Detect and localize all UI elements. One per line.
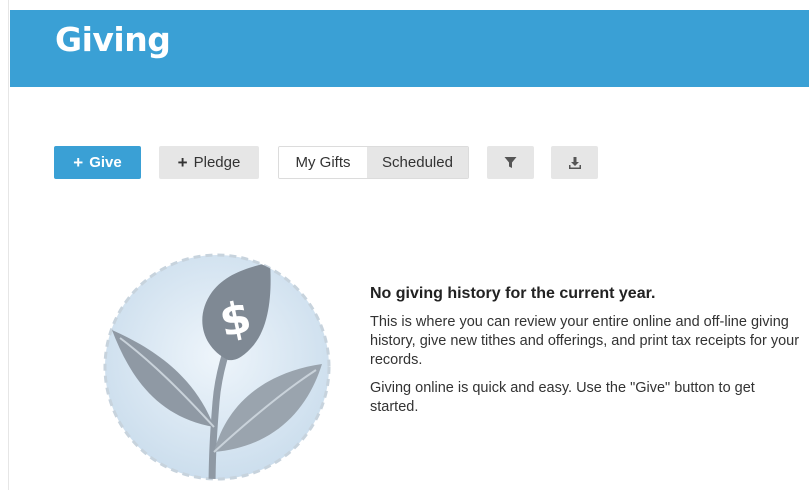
empty-state-hint: Giving online is quick and easy. Use the…	[370, 380, 755, 415]
gifts-view-toggle: My Gifts Scheduled	[278, 146, 469, 179]
plant-dollar-icon: $	[103, 253, 331, 481]
empty-state: No giving history for the current year. …	[370, 285, 800, 426]
left-divider	[8, 0, 9, 490]
giving-page: Giving + Give + Pledge My Gifts Schedule…	[0, 0, 809, 490]
pledge-button[interactable]: + Pledge	[159, 146, 259, 179]
page-title: Giving	[55, 20, 171, 59]
plus-icon: +	[177, 153, 188, 172]
download-icon	[568, 156, 581, 169]
page-header: Giving	[10, 10, 809, 87]
give-button-label: Give	[89, 154, 122, 171]
tab-my-gifts[interactable]: My Gifts	[279, 147, 367, 178]
plus-icon: +	[73, 153, 84, 172]
filter-icon	[504, 157, 517, 168]
tab-scheduled[interactable]: Scheduled	[367, 147, 468, 178]
download-button[interactable]	[551, 146, 598, 179]
give-button[interactable]: + Give	[54, 146, 141, 179]
pledge-button-label: Pledge	[193, 154, 241, 171]
empty-state-title: No giving history for the current year.	[370, 285, 656, 302]
empty-state-description: This is where you can review your entire…	[370, 314, 800, 368]
filter-button[interactable]	[487, 146, 534, 179]
